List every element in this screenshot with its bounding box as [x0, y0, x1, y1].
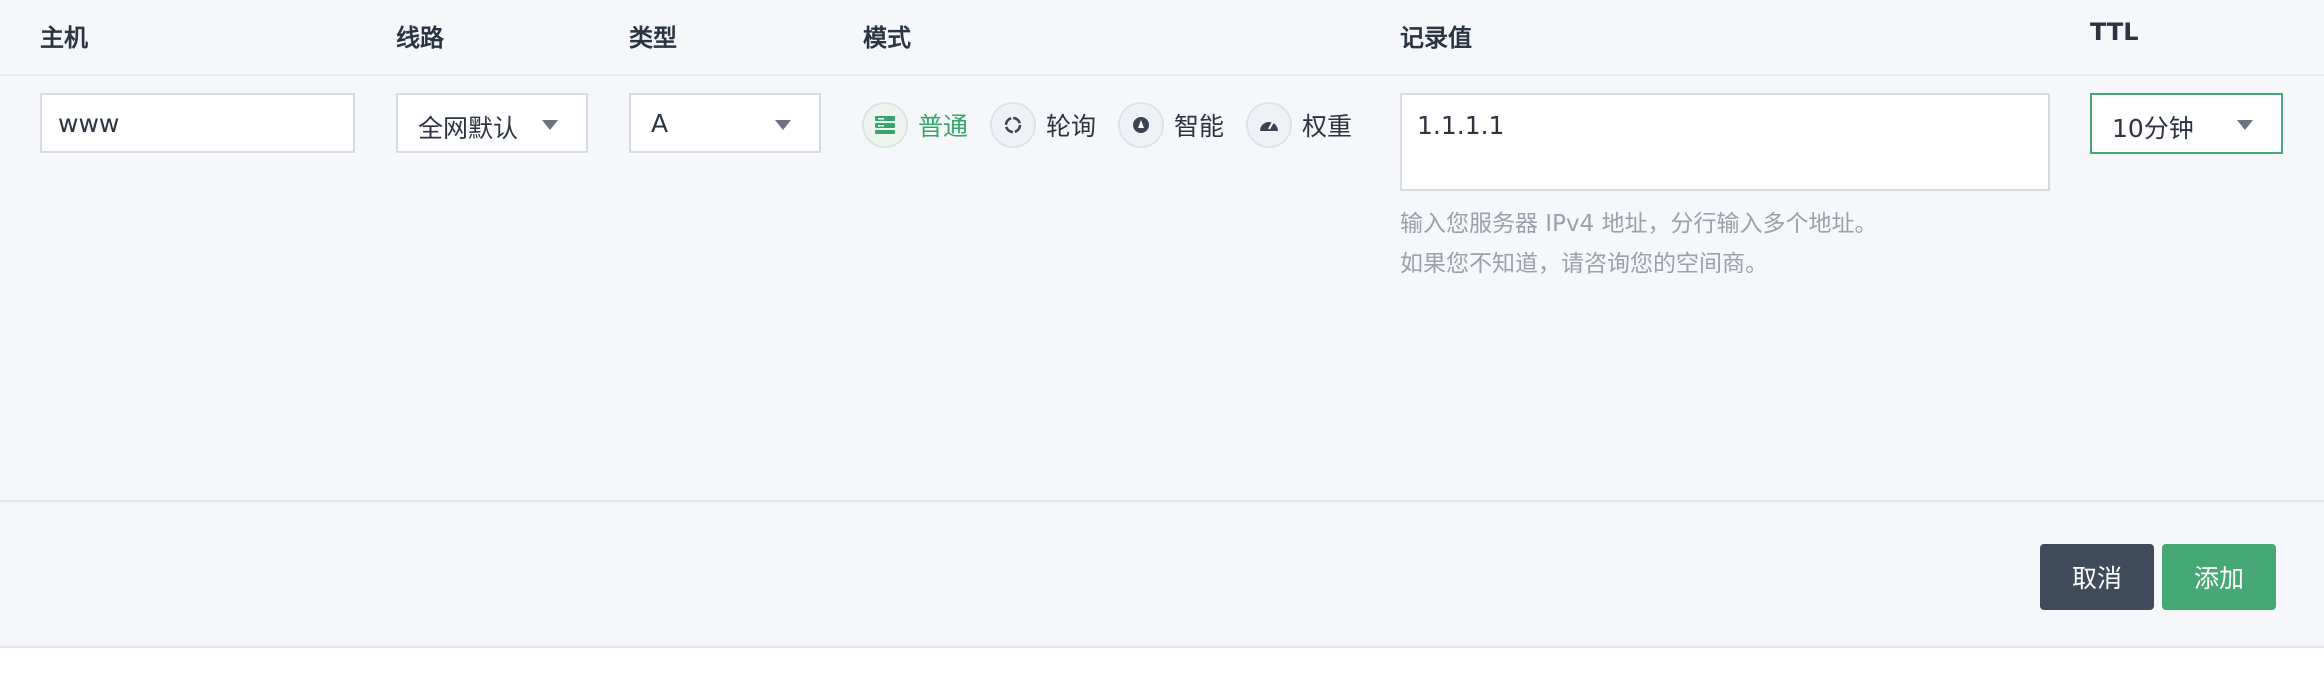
header-line: 线路: [396, 24, 444, 52]
chevron-down-icon: [2237, 120, 2253, 130]
form-footer: 取消 添加: [0, 500, 2324, 648]
chevron-down-icon: [542, 120, 558, 130]
chevron-down-icon: [775, 120, 791, 130]
mode-weight[interactable]: 权重: [1246, 98, 1352, 152]
header-record-value: 记录值: [1400, 24, 1472, 52]
cycle-icon: [990, 102, 1036, 148]
mode-weight-label: 权重: [1302, 112, 1353, 141]
ttl-select-value: 10分钟: [2112, 114, 2194, 143]
line-select-value: 全网默认: [418, 114, 519, 143]
header-mode: 模式: [863, 24, 911, 52]
host-input[interactable]: www: [40, 93, 355, 153]
record-value-textarea[interactable]: 1.1.1.1: [1400, 93, 2050, 191]
help-text-line2: 如果您不知道，请咨询您的空间商。: [1400, 251, 1768, 277]
mode-normal-label: 普通: [918, 112, 969, 141]
smart-gear-icon: [1118, 102, 1164, 148]
mode-round-robin-label: 轮询: [1046, 112, 1097, 141]
mode-normal[interactable]: 普通: [862, 98, 968, 152]
add-button[interactable]: 添加: [2162, 544, 2276, 610]
header-type: 类型: [629, 24, 677, 52]
mode-smart[interactable]: 智能: [1118, 98, 1224, 152]
mode-smart-label: 智能: [1174, 112, 1225, 141]
mode-round-robin[interactable]: 轮询: [990, 98, 1096, 152]
header-ttl: TTL: [2090, 18, 2139, 46]
add-record-panel: 主机 线路 类型 模式 记录值 TTL www 全网默认 A 普通 轮询 智能 …: [0, 0, 2324, 648]
header-host: 主机: [40, 24, 88, 52]
table-header: 主机 线路 类型 模式 记录值 TTL: [0, 0, 2324, 76]
cancel-button[interactable]: 取消: [2040, 544, 2154, 610]
type-select-value: A: [651, 109, 669, 138]
server-icon: [862, 102, 908, 148]
help-text-line1: 输入您服务器 IPv4 地址，分行输入多个地址。: [1400, 211, 1878, 237]
host-input-value: www: [58, 109, 120, 138]
ttl-select[interactable]: 10分钟: [2090, 93, 2283, 154]
type-select[interactable]: A: [629, 93, 821, 153]
gauge-icon: [1246, 102, 1292, 148]
record-value-text: 1.1.1.1: [1417, 111, 1505, 140]
line-select[interactable]: 全网默认: [396, 93, 588, 153]
